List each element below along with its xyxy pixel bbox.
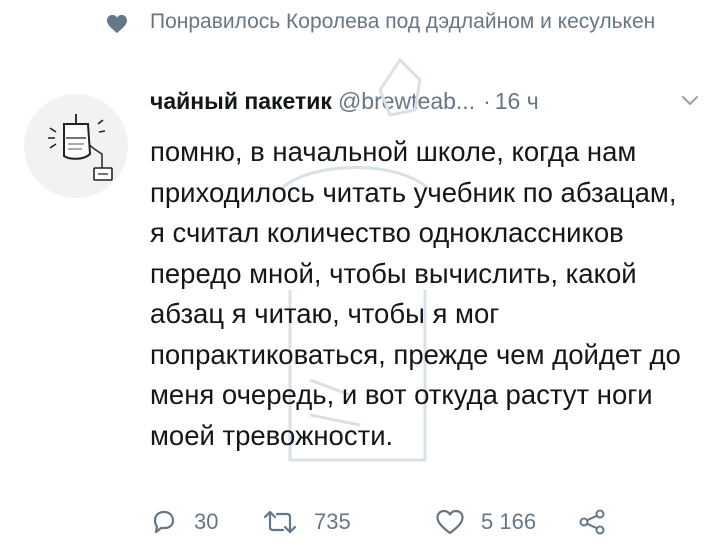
user-handle[interactable]: @brewteab... <box>338 88 475 114</box>
liked-by-text[interactable]: Понравилось Королева под дэдлайном и кес… <box>150 7 690 37</box>
reply-icon <box>153 510 175 534</box>
reply-button[interactable]: 30 <box>150 498 218 546</box>
tea-bag-avatar-icon <box>48 114 113 181</box>
avatar[interactable] <box>24 94 128 198</box>
like-icon <box>436 509 464 535</box>
timestamp[interactable]: 16 ч <box>495 88 539 114</box>
tweet-header: чайный пакетик @brewteab... · 16 ч <box>150 84 710 118</box>
reply-count: 30 <box>194 509 219 534</box>
social-context: Понравилось Королева под дэдлайном и кес… <box>0 0 720 80</box>
share-button[interactable] <box>578 498 606 546</box>
separator-dot: · <box>483 88 491 114</box>
retweet-icon <box>263 510 297 534</box>
heart-icon <box>107 14 127 34</box>
chevron-down-icon[interactable] <box>680 94 700 108</box>
tweet-text: помню, в начальной школе, когда нам прих… <box>150 136 681 451</box>
like-button[interactable]: 5 166 <box>435 498 536 546</box>
display-name[interactable]: чайный пакетик <box>150 88 332 114</box>
retweet-count: 735 <box>314 509 351 534</box>
tweet-actions: 30 735 5 166 <box>150 498 710 548</box>
share-icon <box>579 509 605 535</box>
like-count: 5 166 <box>481 509 537 534</box>
retweet-button[interactable]: 735 <box>262 498 351 546</box>
